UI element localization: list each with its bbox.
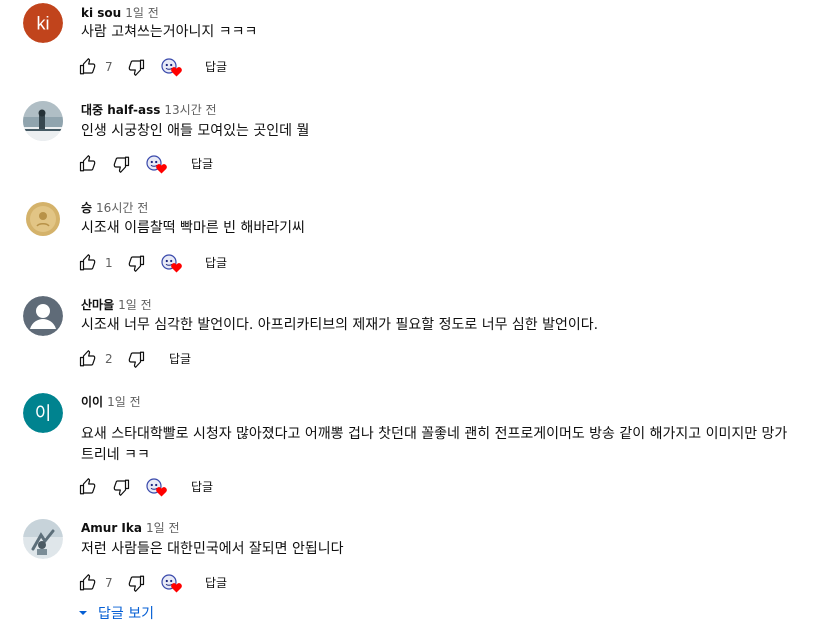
comment-header: ki sou 1일 전 bbox=[81, 3, 159, 21]
dislike-button[interactable] bbox=[112, 477, 130, 497]
reply-button[interactable]: 답글 bbox=[191, 477, 213, 497]
thumb-down-icon bbox=[127, 350, 145, 368]
comment-header: Amur Ika 1일 전 bbox=[81, 518, 180, 536]
thumb-up-icon bbox=[79, 155, 97, 173]
action-bar: 답글 bbox=[0, 154, 837, 174]
action-bar: 7 답글 bbox=[0, 57, 837, 77]
avatar-initials: ki bbox=[37, 14, 50, 34]
reply-button-label: 답글 bbox=[205, 60, 228, 74]
dislike-button[interactable] bbox=[112, 154, 130, 174]
avatar[interactable] bbox=[23, 199, 63, 239]
like-button[interactable] bbox=[79, 253, 97, 273]
creator-heart-badge bbox=[146, 154, 168, 174]
like-button[interactable] bbox=[79, 477, 97, 497]
creator-heart-icon bbox=[171, 263, 182, 273]
thumb-down-icon bbox=[112, 155, 130, 173]
creator-heart-badge bbox=[161, 573, 183, 593]
author-name[interactable]: 이이 bbox=[81, 395, 103, 409]
like-count-text: 7 bbox=[105, 60, 113, 74]
published-time[interactable]: 1일 전 bbox=[107, 395, 141, 409]
creator-heart-icon bbox=[171, 583, 182, 593]
comment-text-line-1: 요새 스타대학빨로 시청자 많아졌다고 어깨뽕 겁나 찻던대 꼴좋네 괜히 전프… bbox=[81, 426, 788, 442]
creator-heart-badge bbox=[161, 253, 183, 273]
comment-text: 시조새 너무 심각한 발언이다. 아프리카티브의 제재가 필요할 정도로 너무 … bbox=[81, 317, 599, 333]
author-name[interactable]: 산마을 bbox=[81, 298, 114, 312]
reply-button-label: 답글 bbox=[205, 256, 228, 270]
author-name[interactable]: 승 bbox=[81, 201, 92, 215]
creator-heart-badge bbox=[146, 477, 168, 497]
avatar[interactable]: 이 bbox=[23, 393, 63, 433]
reply-button-label: 답글 bbox=[191, 157, 214, 171]
reply-button-label: 답글 bbox=[205, 576, 228, 590]
like-count-text: 7 bbox=[105, 576, 113, 590]
comment-text: 시조새 이름찰떡 빡마른 빈 해바라기씨 bbox=[81, 220, 305, 236]
like-count: 1 bbox=[105, 253, 113, 273]
comment-text-line-2: 트리네 ㅋㅋ bbox=[81, 447, 150, 463]
comment-header: 이이 1일 전 bbox=[81, 392, 141, 410]
thumb-down-icon bbox=[127, 58, 145, 76]
dislike-button[interactable] bbox=[127, 573, 145, 593]
view-replies-label: 답글 보기 bbox=[98, 606, 154, 622]
thumb-down-icon bbox=[112, 478, 130, 496]
reply-button[interactable]: 답글 bbox=[169, 349, 191, 369]
creator-heart-icon bbox=[156, 164, 167, 174]
creator-heart-icon bbox=[156, 487, 167, 497]
comment-text: 사람 고쳐쓰는거아니지 ㅋㅋㅋ bbox=[81, 24, 258, 40]
thumb-up-icon bbox=[79, 478, 97, 496]
comment-text: 저런 사람들은 대한민국에서 잘되면 안됩니다 bbox=[81, 541, 344, 557]
action-bar: 답글 bbox=[0, 477, 837, 497]
action-bar: 7 답글 bbox=[0, 573, 837, 593]
author-name[interactable]: Amur Ika bbox=[81, 521, 142, 535]
like-count: 7 bbox=[105, 573, 113, 593]
comment-header: 대중 half-ass 13시간 전 bbox=[81, 100, 217, 118]
thumb-up-icon bbox=[79, 574, 97, 592]
author-name[interactable]: 대중 half-ass bbox=[81, 103, 160, 117]
like-button[interactable] bbox=[79, 57, 97, 77]
comment-header: 승 16시간 전 bbox=[81, 198, 148, 216]
action-bar: 1 답글 bbox=[0, 253, 837, 273]
thumb-up-icon bbox=[79, 350, 97, 368]
dislike-button[interactable] bbox=[127, 57, 145, 77]
author-name[interactable]: ki sou bbox=[81, 6, 121, 20]
reply-button-label: 답글 bbox=[169, 352, 192, 366]
caret-down-icon bbox=[79, 611, 87, 615]
reply-button[interactable]: 답글 bbox=[205, 573, 227, 593]
thumb-up-icon bbox=[79, 58, 97, 76]
published-time[interactable]: 16시간 전 bbox=[96, 201, 148, 215]
avatar[interactable] bbox=[23, 296, 63, 336]
like-count-text: 1 bbox=[105, 256, 113, 270]
like-count: 2 bbox=[105, 349, 113, 369]
thumb-up-icon bbox=[79, 254, 97, 272]
avatar[interactable]: ki bbox=[23, 3, 63, 43]
reply-button[interactable]: 답글 bbox=[205, 253, 227, 273]
published-time[interactable]: 1일 전 bbox=[125, 6, 159, 20]
reply-button[interactable]: 답글 bbox=[205, 57, 227, 77]
dislike-button[interactable] bbox=[127, 349, 145, 369]
thumb-down-icon bbox=[127, 574, 145, 592]
creator-heart-badge bbox=[161, 57, 183, 77]
thumb-down-icon bbox=[127, 254, 145, 272]
avatar-initials: 이 bbox=[35, 404, 52, 425]
like-count: 7 bbox=[105, 57, 113, 77]
view-replies-button[interactable]: 답글 보기 bbox=[76, 602, 154, 624]
like-button[interactable] bbox=[79, 349, 97, 369]
published-time[interactable]: 1일 전 bbox=[118, 298, 152, 312]
like-button[interactable] bbox=[79, 573, 97, 593]
comment-text: 인생 시궁창인 애들 모여있는 곳인데 뭘 bbox=[81, 123, 310, 139]
published-time[interactable]: 13시간 전 bbox=[164, 103, 216, 117]
creator-heart-icon bbox=[171, 67, 182, 77]
like-count-text: 2 bbox=[105, 352, 113, 366]
comment-header: 산마을 1일 전 bbox=[81, 295, 152, 313]
dislike-button[interactable] bbox=[127, 253, 145, 273]
published-time[interactable]: 1일 전 bbox=[146, 521, 180, 535]
avatar[interactable] bbox=[23, 101, 63, 141]
like-button[interactable] bbox=[79, 154, 97, 174]
reply-button-label: 답글 bbox=[191, 480, 214, 494]
action-bar: 2 답글 bbox=[0, 349, 837, 369]
avatar[interactable] bbox=[23, 519, 63, 559]
reply-button[interactable]: 답글 bbox=[191, 154, 213, 174]
